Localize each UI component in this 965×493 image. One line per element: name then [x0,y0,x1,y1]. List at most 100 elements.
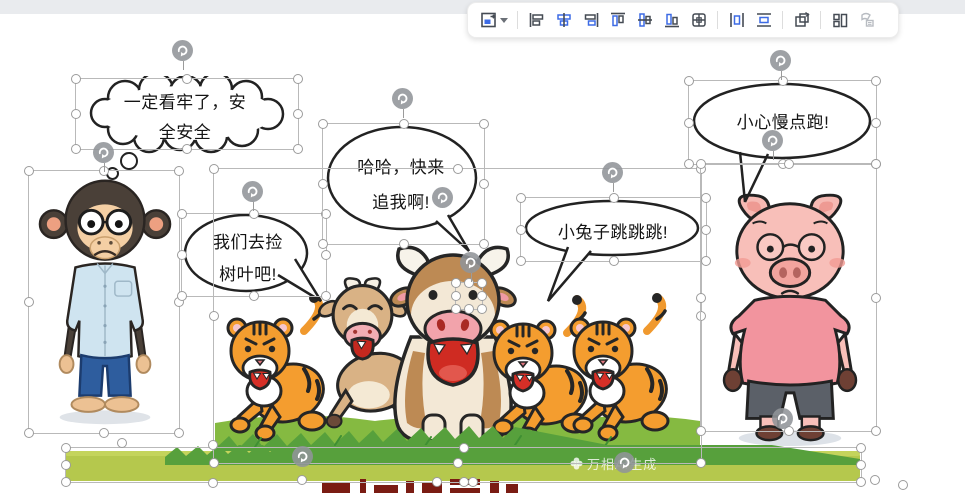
format-transfer-button[interactable] [853,6,880,34]
selection-handle[interactable] [174,166,184,176]
selection-handle[interactable] [451,278,461,288]
selection-handle[interactable] [208,478,218,488]
selection-handle[interactable] [458,477,469,487]
selection-handle[interactable] [61,443,71,453]
distribute-horizontal-button[interactable] [723,6,750,34]
align-center-horizontal-button[interactable] [550,6,577,34]
selection-handle[interactable] [61,460,71,470]
align-right-button[interactable] [577,6,604,34]
align-left-button[interactable] [523,6,550,34]
selection-handle[interactable] [696,426,706,436]
distribute-vertical-button[interactable] [750,6,777,34]
rotate-handle[interactable] [242,181,263,211]
selection-handle[interactable] [452,164,463,174]
selection-handle[interactable] [871,426,881,436]
selection-handle[interactable] [61,477,71,487]
selection-handle[interactable] [479,119,489,129]
selection-handle[interactable] [608,193,619,203]
align-center-horizontal-icon [556,13,571,27]
selection-handle[interactable] [208,440,218,450]
selection-handle[interactable] [177,291,187,301]
object-layout-icon [481,12,496,28]
rotate-handle[interactable] [460,252,481,282]
selection-handle[interactable] [451,304,461,314]
selection-handle[interactable] [856,460,866,470]
selection-handle[interactable] [458,443,469,453]
rotate-handle[interactable] [614,452,635,473]
selection-handle[interactable] [451,291,461,301]
selection-handle[interactable] [24,166,34,176]
rotate-handle[interactable] [392,88,413,118]
merge-shapes-icon [794,11,810,27]
selection-handle[interactable] [516,256,526,266]
selection-handle[interactable] [777,76,788,86]
rotate-handle[interactable] [93,142,114,172]
selection-handle[interactable] [608,256,619,266]
selection-handle[interactable] [696,159,706,169]
selection-handle[interactable] [684,117,694,128]
selection-handle[interactable] [477,304,487,314]
selection-handle[interactable] [117,438,127,448]
selection-handle[interactable] [209,311,219,321]
selection-handle[interactable] [477,278,487,288]
selection-handle[interactable] [856,443,866,453]
group-button[interactable] [826,6,853,34]
selection-handle[interactable] [898,480,908,490]
selection-handle[interactable] [871,76,881,86]
selection-handle[interactable] [684,76,694,86]
selection-handle[interactable] [783,159,794,169]
rotate-handle[interactable] [292,446,313,467]
selection-handle[interactable] [182,144,192,154]
selection-handle[interactable] [177,250,187,260]
smart-align-grid-button[interactable] [685,6,712,34]
selection-box-small-object[interactable] [451,278,487,314]
selection-handle[interactable] [293,109,303,119]
align-top-button[interactable] [604,6,631,34]
selection-handle[interactable] [318,119,328,129]
selection-handle[interactable] [870,475,880,485]
selection-handle[interactable] [684,159,694,169]
merge-shapes-button[interactable] [788,6,815,34]
selection-handle[interactable] [477,291,487,301]
selection-handle[interactable] [297,475,307,485]
selection-box-monkey[interactable] [24,166,184,438]
selection-handle[interactable] [464,278,474,288]
selection-handle[interactable] [871,292,881,303]
rotate-handle[interactable] [772,408,793,429]
selection-handle[interactable] [516,193,526,203]
rotate-handle[interactable] [770,50,791,80]
selection-handle[interactable] [856,477,866,487]
selection-handle[interactable] [71,144,81,154]
object-layout-button[interactable] [476,6,512,34]
selection-handle[interactable] [24,428,34,438]
selection-handle[interactable] [99,428,109,438]
selection-handle[interactable] [871,159,881,169]
selection-handle[interactable] [293,74,303,84]
selection-handle[interactable] [468,477,478,487]
align-bottom-button[interactable] [658,6,685,34]
selection-handle[interactable] [209,164,219,174]
selection-box-cloud-bubble[interactable] [71,74,303,154]
selection-handle[interactable] [182,74,192,84]
selection-handle[interactable] [398,119,409,129]
rotate-handle[interactable] [762,130,783,160]
selection-handle[interactable] [71,74,81,84]
rotate-handle[interactable] [602,162,623,192]
selection-box-rabbit-bubble[interactable] [516,193,711,266]
rotate-handle[interactable] [172,40,193,70]
selection-handle[interactable] [432,477,442,487]
selection-box-grass-strip[interactable] [61,443,866,487]
selection-box-careful-bubble[interactable] [684,76,881,169]
selection-handle[interactable] [464,304,474,314]
selection-handle[interactable] [293,144,303,154]
selection-box-pig[interactable] [696,159,881,436]
align-middle-vertical-button[interactable] [631,6,658,34]
selection-handle[interactable] [696,292,706,303]
selection-handle[interactable] [177,209,187,219]
rotate-handle[interactable] [432,187,453,208]
selection-handle[interactable] [174,428,184,438]
selection-handle[interactable] [24,297,34,307]
selection-handle[interactable] [516,224,526,235]
selection-handle[interactable] [871,117,881,128]
selection-handle[interactable] [71,109,81,119]
